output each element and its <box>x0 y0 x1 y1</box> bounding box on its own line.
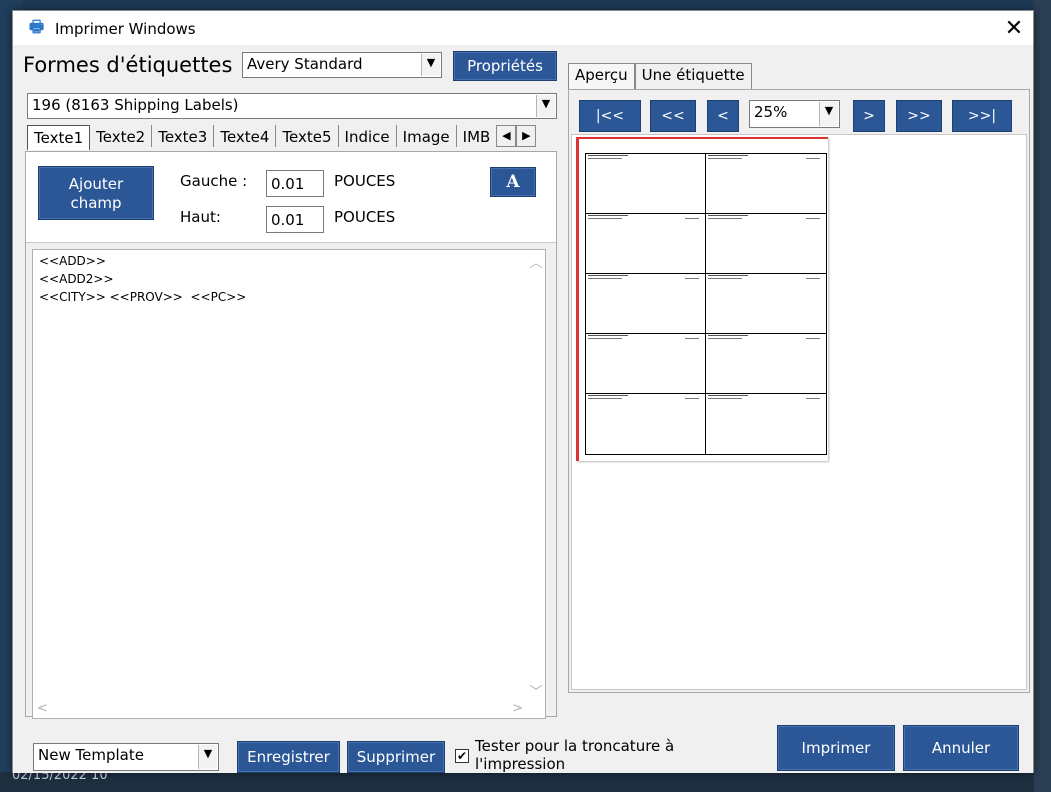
editor-horizontal-scrollbar[interactable]: < > <box>33 700 529 718</box>
delete-button[interactable]: Supprimer <box>347 741 445 773</box>
tab-scroll-left-icon[interactable]: ◀ <box>496 125 517 147</box>
scroll-right-icon[interactable]: > <box>512 701 523 716</box>
tab-image[interactable]: Image <box>397 125 457 147</box>
background-app-bottom <box>0 772 1051 792</box>
window-title: Imprimer Windows <box>55 20 196 38</box>
label-cell <box>706 214 826 274</box>
chevron-down-icon: ▼ <box>198 745 217 769</box>
page-preview <box>571 134 1027 690</box>
template-select-value: New Template <box>38 746 144 764</box>
left-offset-unit: POUCES <box>334 172 396 190</box>
print-button[interactable]: Imprimer <box>777 725 895 771</box>
editor-line: <<ADD>> <box>39 254 106 268</box>
chevron-down-icon: ▼ <box>819 102 838 126</box>
label-cell <box>586 154 706 214</box>
save-button[interactable]: Enregistrer <box>237 741 340 773</box>
first-page-button[interactable]: |<< <box>579 100 641 132</box>
previous-pages-button[interactable]: << <box>650 100 696 132</box>
printer-windows-icon: 🖶 <box>29 17 45 36</box>
cancel-button[interactable]: Annuler <box>903 725 1019 771</box>
scroll-up-icon[interactable]: ︿ <box>527 252 545 271</box>
tab-une-etiquette[interactable]: Une étiquette <box>634 63 752 89</box>
label-cell <box>586 214 706 274</box>
tab-texte5[interactable]: Texte5 <box>276 125 339 147</box>
dialog-client: Formes d'étiquettes Avery Standard ▼ Pro… <box>13 45 1033 773</box>
title-bar: 🖶 Imprimer Windows ✕ <box>13 11 1033 45</box>
font-button[interactable]: A <box>490 167 536 197</box>
next-pages-button[interactable]: >> <box>896 100 942 132</box>
preview-tabs: Aperçu Une étiquette <box>568 63 752 89</box>
background-app-right <box>1034 0 1051 792</box>
tab-scroll-right-icon[interactable]: ▶ <box>516 125 537 147</box>
label-cell <box>586 394 706 454</box>
scroll-down-icon[interactable]: ﹀ <box>527 681 545 700</box>
tab-indice[interactable]: Indice <box>339 125 397 147</box>
properties-button[interactable]: Propriétés <box>453 51 557 81</box>
editor-vertical-scrollbar[interactable]: ︿ ﹀ <box>527 250 545 702</box>
truncation-label-line1: Tester pour la troncature à <box>475 737 675 755</box>
tab-apercu[interactable]: Aperçu <box>568 63 635 89</box>
label-grid <box>585 153 827 455</box>
top-offset-unit: POUCES <box>334 208 396 226</box>
label-forms-heading: Formes d'étiquettes <box>23 53 233 77</box>
next-page-button[interactable]: > <box>853 100 885 132</box>
text-panel: Ajouter champ Gauche : 0.01 POUCES Haut:… <box>25 151 557 719</box>
truncation-label: Tester pour la troncature à l'impression <box>475 737 674 773</box>
editor-line: <<ADD2>> <box>39 272 114 286</box>
left-offset-input[interactable]: 0.01 <box>266 170 324 197</box>
tab-texte2[interactable]: Texte2 <box>90 125 153 147</box>
previous-page-button[interactable]: < <box>707 100 739 132</box>
label-text-editor[interactable]: <<ADD>> <<ADD2>> <<CITY>> <<PROV>> <<PC>… <box>32 249 546 719</box>
tab-texte4[interactable]: Texte4 <box>214 125 277 147</box>
zoom-value: 25% <box>754 103 788 121</box>
zoom-select[interactable]: 25% ▼ <box>749 100 840 128</box>
label-cell <box>706 334 826 394</box>
last-page-button[interactable]: >>| <box>952 100 1012 132</box>
close-icon[interactable]: ✕ <box>999 15 1029 43</box>
label-type-select[interactable]: 196 (8163 Shipping Labels) ▼ <box>27 93 557 119</box>
print-dialog: 🖶 Imprimer Windows ✕ Formes d'étiquettes… <box>12 10 1034 773</box>
truncation-label-line2: l'impression <box>475 755 566 773</box>
tab-imb[interactable]: IMB <box>457 125 497 147</box>
tab-texte3[interactable]: Texte3 <box>152 125 215 147</box>
chevron-down-icon: ▼ <box>536 95 555 117</box>
brand-select-value: Avery Standard <box>247 55 363 73</box>
label-cell <box>586 334 706 394</box>
label-sheet-preview <box>576 137 828 461</box>
text-tabs: Texte1 Texte2 Texte3 Texte4 Texte5 Indic… <box>27 125 557 150</box>
tab-texte1[interactable]: Texte1 <box>27 125 91 150</box>
scroll-left-icon[interactable]: < <box>37 701 48 716</box>
chevron-down-icon: ▼ <box>421 54 440 76</box>
label-cell <box>706 274 826 334</box>
editor-frame: <<ADD>> <<ADD2>> <<CITY>> <<PROV>> <<PC>… <box>26 242 556 719</box>
add-field-label-2: champ <box>70 194 122 212</box>
label-cell <box>706 394 826 454</box>
add-field-label-1: Ajouter <box>68 175 124 193</box>
top-offset-label: Haut: <box>180 208 221 226</box>
top-offset-input[interactable]: 0.01 <box>266 206 324 233</box>
preview-panel: |<< << < 25% ▼ > >> >>| <box>568 89 1030 693</box>
add-field-button[interactable]: Ajouter champ <box>38 166 154 220</box>
template-select[interactable]: New Template ▼ <box>33 743 219 771</box>
label-cell <box>706 154 826 214</box>
editor-line: <<CITY>> <<PROV>> <<PC>> <box>39 290 247 304</box>
label-type-value: 196 (8163 Shipping Labels) <box>32 96 239 114</box>
label-cell <box>586 274 706 334</box>
truncation-checkbox[interactable]: ✔ <box>455 749 469 763</box>
left-offset-label: Gauche : <box>180 172 248 190</box>
brand-select[interactable]: Avery Standard ▼ <box>242 52 442 78</box>
